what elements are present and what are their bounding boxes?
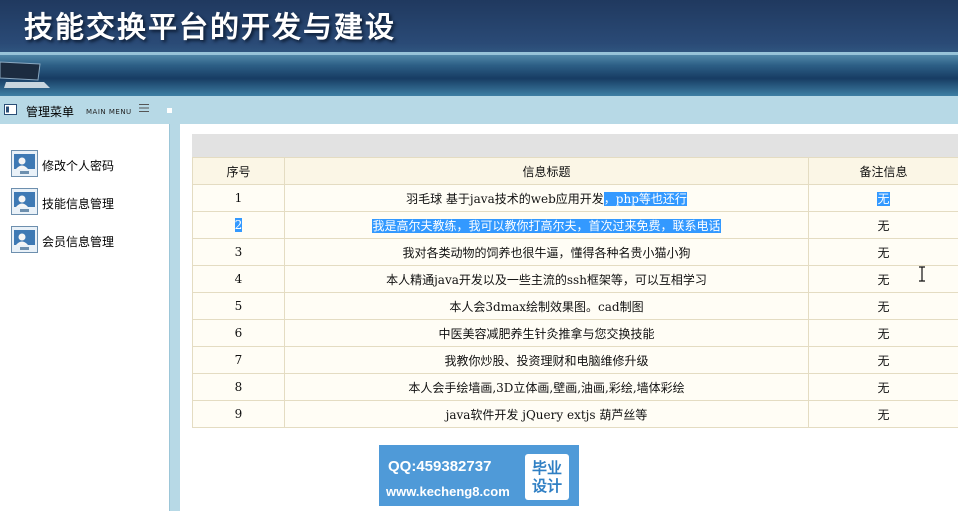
page-title: 技能交换平台的开发与建设 — [24, 10, 397, 44]
row-note: 无 — [808, 184, 958, 212]
sidebar-item-label: 修改个人密码 — [42, 159, 115, 173]
info-table: 序号 信息标题 备注信息 1 羽毛球 基于java技术的web应用开发，php等… — [192, 157, 958, 428]
user-monitor-icon — [11, 188, 38, 215]
row-title: 本人会3dmax绘制效果图。cad制图 — [284, 292, 809, 320]
window-icon — [4, 104, 17, 115]
table-row[interactable]: 4 本人精通java开发以及一些主流的ssh框架等，可以互相学习 无 — [192, 265, 958, 293]
table-row[interactable]: 9 java软件开发 jQuery extjs 葫芦丝等 无 — [192, 400, 958, 428]
frame-divider[interactable] — [170, 124, 180, 511]
sidebar: 修改个人密码 技能信息管理 会员信息管理 — [0, 124, 170, 511]
row-title: 我是高尔夫教练，我可以教你打高尔夫，首次过来免费，联系电话 — [284, 211, 809, 239]
info-table-container: 序号 信息标题 备注信息 1 羽毛球 基于java技术的web应用开发，php等… — [192, 134, 958, 428]
row-note: 无 — [808, 292, 958, 320]
watermark-badge: QQ:459382737 www.kecheng8.com 毕业设计 — [379, 445, 579, 506]
text-cursor-icon — [919, 266, 925, 282]
row-number: 3 — [192, 238, 285, 266]
row-title: 我教你炒股、投资理财和电脑维修升级 — [284, 346, 809, 374]
row-title: 本人会手绘墙画,3D立体画,壁画,油画,彩绘,墙体彩绘 — [284, 373, 809, 401]
row-note-text: 无 — [877, 191, 890, 206]
table-header-row: 序号 信息标题 备注信息 — [192, 157, 958, 185]
list-icon — [139, 104, 149, 112]
table-row[interactable]: 7 我教你炒股、投资理财和电脑维修升级 无 — [192, 346, 958, 374]
column-header-number: 序号 — [192, 157, 285, 185]
table-row[interactable]: 5 本人会3dmax绘制效果图。cad制图 无 — [192, 292, 958, 320]
row-title-selected-text: ，php等也还行 — [603, 191, 687, 206]
row-number: 7 — [192, 346, 285, 374]
row-note: 无 — [808, 400, 958, 428]
monitor-icon — [0, 61, 50, 88]
menu-bar: 管理菜单 MAIN MENU — [0, 96, 958, 125]
table-row[interactable]: 8 本人会手绘墙画,3D立体画,壁画,油画,彩绘,墙体彩绘 无 — [192, 373, 958, 401]
row-note: 无 — [808, 265, 958, 293]
row-number: 1 — [192, 184, 285, 212]
sidebar-item-label: 会员信息管理 — [42, 235, 115, 249]
user-monitor-icon — [11, 226, 38, 253]
row-title: 羽毛球 基于java技术的web应用开发，php等也还行 — [284, 184, 809, 212]
header-banner: 技能交换平台的开发与建设 — [0, 0, 958, 96]
row-number: 5 — [192, 292, 285, 320]
row-note: 无 — [808, 373, 958, 401]
column-header-title: 信息标题 — [284, 157, 809, 185]
row-title-text: 我是高尔夫教练，我可以教你打高尔夫，首次过来免费，联系电话 — [372, 218, 721, 233]
table-title-bar — [192, 134, 958, 157]
row-title: 本人精通java开发以及一些主流的ssh框架等，可以互相学习 — [284, 265, 809, 293]
sidebar-item-change-password[interactable]: 修改个人密码 — [11, 150, 161, 178]
row-number: 2 — [192, 211, 285, 239]
column-header-note: 备注信息 — [808, 157, 958, 185]
row-number: 6 — [192, 319, 285, 347]
table-row[interactable]: 3 我对各类动物的饲养也很牛逼，懂得各种名贵小猫小狗 无 — [192, 238, 958, 266]
row-title: java软件开发 jQuery extjs 葫芦丝等 — [284, 400, 809, 428]
header-highlight — [0, 52, 958, 55]
table-row[interactable]: 1 羽毛球 基于java技术的web应用开发，php等也还行 无 — [192, 184, 958, 212]
menu-bullet — [167, 108, 172, 113]
row-title-text: 羽毛球 基于java技术的web应用开发 — [406, 191, 604, 206]
badge-site: www.kecheng8.com — [386, 484, 510, 499]
row-number: 9 — [192, 400, 285, 428]
row-number: 4 — [192, 265, 285, 293]
sidebar-item-member-management[interactable]: 会员信息管理 — [11, 226, 161, 254]
row-title: 我对各类动物的饲养也很牛逼，懂得各种名贵小猫小狗 — [284, 238, 809, 266]
row-number-text: 2 — [234, 218, 243, 232]
menu-subtitle: MAIN MENU — [86, 108, 132, 116]
user-monitor-icon — [11, 150, 38, 177]
sidebar-item-label: 技能信息管理 — [42, 197, 115, 211]
header-band — [0, 52, 958, 96]
row-note: 无 — [808, 211, 958, 239]
row-note: 无 — [808, 238, 958, 266]
row-title: 中医美容减肥养生针灸推拿与您交换技能 — [284, 319, 809, 347]
badge-tag-box: 毕业设计 — [525, 454, 569, 500]
menu-title: 管理菜单 — [26, 105, 75, 119]
row-note: 无 — [808, 346, 958, 374]
row-note: 无 — [808, 319, 958, 347]
badge-qq: QQ:459382737 — [388, 458, 492, 475]
badge-tag: 毕业设计 — [531, 459, 562, 495]
table-row[interactable]: 2 我是高尔夫教练，我可以教你打高尔夫，首次过来免费，联系电话 无 — [192, 211, 958, 239]
table-row[interactable]: 6 中医美容减肥养生针灸推拿与您交换技能 无 — [192, 319, 958, 347]
row-number: 8 — [192, 373, 285, 401]
sidebar-item-skill-management[interactable]: 技能信息管理 — [11, 188, 161, 216]
